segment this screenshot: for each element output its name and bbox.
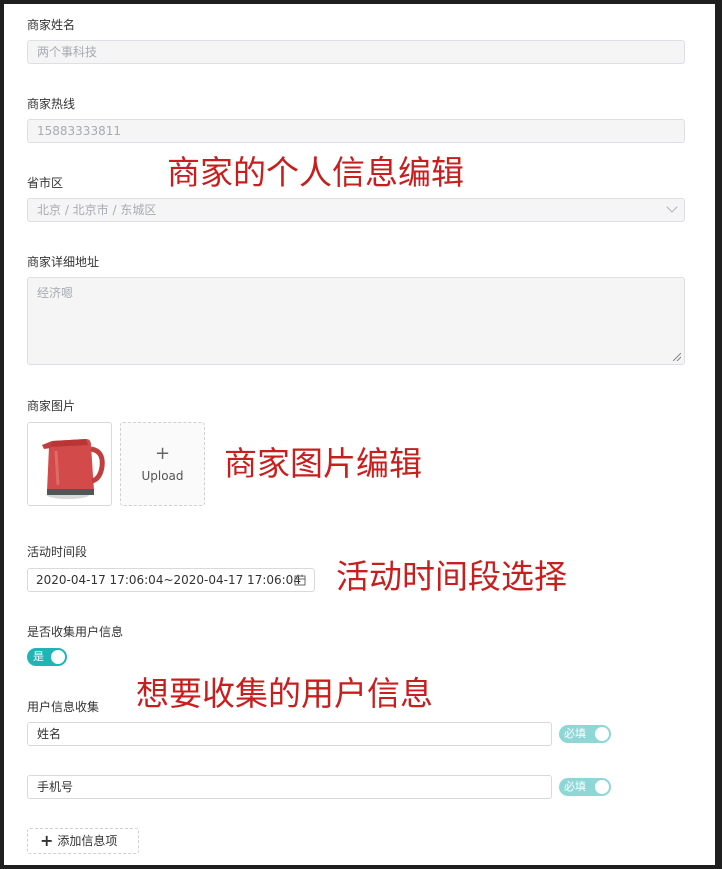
required-switch-phone[interactable]: 必填: [559, 778, 611, 796]
annotation-profile-edit: 商家的个人信息编辑: [167, 153, 464, 192]
chevron-down-icon: [666, 201, 678, 213]
activity-period-label: 活动时间段: [27, 545, 88, 559]
required-switch-text: 必填: [564, 727, 586, 740]
required-switch-text: 必填: [564, 780, 586, 793]
kettle-image: [42, 439, 105, 499]
switch-knob: [51, 650, 65, 664]
upload-button[interactable]: + Upload: [120, 422, 205, 506]
annotation-period-select: 活动时间段选择: [336, 557, 567, 596]
merchant-edit-form: 商家姓名 两个事科技 商家热线 15883333811 省市区 北京 / 北京市…: [4, 4, 715, 865]
plus-icon: +: [154, 443, 171, 464]
address-textarea[interactable]: 经济嗯: [27, 277, 685, 365]
images-label: 商家图片: [27, 399, 76, 413]
activity-period-picker[interactable]: 2020-04-17 17:06:04~2020-04-17 17:06:04: [27, 568, 315, 592]
annotation-image-edit: 商家图片编辑: [224, 444, 422, 483]
region-select[interactable]: 北京 / 北京市 / 东城区: [27, 198, 685, 222]
merchant-image-thumbnail[interactable]: [27, 422, 112, 506]
user-info-field-name[interactable]: 姓名: [27, 722, 552, 746]
merchant-name-label: 商家姓名: [27, 18, 76, 32]
required-switch-name[interactable]: 必填: [559, 725, 611, 743]
address-value: 经济嗯: [37, 286, 74, 300]
user-info-field-phone[interactable]: 手机号: [27, 775, 552, 799]
user-info-label: 用户信息收集: [27, 700, 100, 714]
hotline-label: 商家热线: [27, 97, 76, 111]
add-info-item-label: 添加信息项: [57, 834, 118, 848]
merchant-name-input[interactable]: 两个事科技: [27, 40, 685, 64]
address-label: 商家详细地址: [27, 255, 100, 269]
activity-period-value: 2020-04-17 17:06:04~2020-04-17 17:06:04: [36, 573, 301, 587]
calendar-icon: [294, 574, 306, 586]
resize-handle-icon[interactable]: [673, 353, 681, 361]
switch-knob: [595, 780, 609, 794]
collect-info-switch[interactable]: 是: [27, 648, 67, 666]
switch-knob: [595, 727, 609, 741]
collect-info-label: 是否收集用户信息: [27, 625, 124, 639]
annotation-info-collect: 想要收集的用户信息: [136, 674, 433, 713]
plus-icon: +: [40, 831, 54, 850]
add-info-item-button[interactable]: + 添加信息项: [27, 828, 139, 854]
hotline-input[interactable]: 15883333811: [27, 119, 685, 143]
upload-label: Upload: [141, 469, 184, 483]
region-label: 省市区: [27, 176, 64, 190]
collect-info-switch-text: 是: [33, 650, 44, 663]
region-select-value: 北京 / 北京市 / 东城区: [37, 203, 157, 217]
